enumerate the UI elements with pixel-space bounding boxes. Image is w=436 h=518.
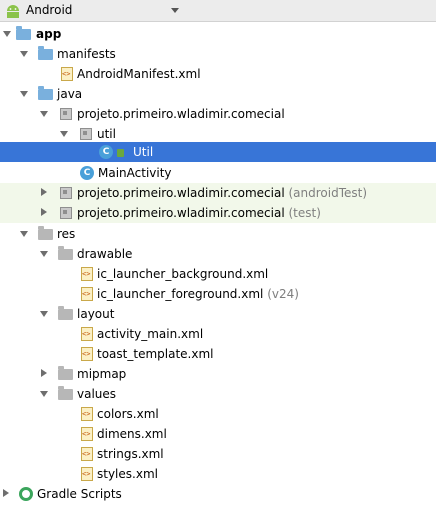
xml-file-icon — [81, 347, 93, 361]
tree-item-label: Gradle Scripts — [37, 487, 122, 501]
folder-icon — [58, 306, 73, 320]
collapse-arrow-icon[interactable] — [41, 188, 47, 196]
tree-item-strings[interactable]: strings.xml — [0, 444, 436, 464]
xml-file-icon — [81, 327, 93, 341]
tree-item-label: projeto.primeiro.wladimir.comecial — [77, 107, 285, 121]
tree-item-label: strings.xml — [97, 447, 164, 461]
xml-file-icon — [81, 287, 93, 301]
folder-icon — [38, 86, 53, 100]
tree-item-colors[interactable]: colors.xml — [0, 404, 436, 424]
chevron-down-icon[interactable] — [171, 8, 179, 13]
collapse-arrow-icon[interactable] — [41, 369, 47, 377]
tree-item-label: projeto.primeiro.wladimir.comecial (test… — [77, 205, 321, 221]
tree-item-app[interactable]: app — [0, 24, 436, 44]
tree-item-java[interactable]: java — [0, 84, 436, 104]
expand-arrow-icon[interactable] — [20, 51, 28, 57]
expand-arrow-icon[interactable] — [40, 391, 48, 397]
xml-file-icon — [81, 447, 93, 461]
tree-item-label: dimens.xml — [97, 427, 167, 441]
expand-arrow-icon[interactable] — [20, 231, 28, 237]
gradle-icon — [19, 487, 33, 501]
tree-item-label: AndroidManifest.xml — [77, 67, 201, 81]
tree-item-label: styles.xml — [97, 467, 158, 481]
tree-item-label: projeto.primeiro.wladimir.comecial (andr… — [77, 185, 367, 201]
package-icon — [60, 207, 72, 219]
tree-item-label: res — [57, 227, 76, 241]
android-icon — [7, 5, 19, 18]
tree-item-mainactivity[interactable]: C MainActivity — [0, 163, 436, 183]
tree-item-androidmanifest[interactable]: AndroidManifest.xml — [0, 64, 436, 84]
project-view-selector[interactable]: Android — [26, 3, 72, 17]
package-name: projeto.primeiro.wladimir.comecial — [77, 186, 285, 200]
expand-arrow-icon[interactable] — [3, 31, 11, 37]
package-name: projeto.primeiro.wladimir.comecial — [77, 206, 285, 220]
project-view-header: Android — [0, 0, 436, 22]
tree-item-util-class[interactable]: C Util — [0, 142, 436, 162]
tree-item-label: toast_template.xml — [97, 347, 214, 361]
xml-file-icon — [81, 467, 93, 481]
tree-item-package-main[interactable]: projeto.primeiro.wladimir.comecial — [0, 104, 436, 124]
tree-item-activity-main[interactable]: activity_main.xml — [0, 324, 436, 344]
tree-item-package-androidtest[interactable]: projeto.primeiro.wladimir.comecial (andr… — [0, 183, 436, 203]
expand-arrow-icon[interactable] — [20, 91, 28, 97]
tree-item-label: java — [57, 87, 83, 101]
tree-item-label: activity_main.xml — [97, 327, 204, 341]
folder-icon — [38, 46, 53, 60]
source-set-suffix: (test) — [288, 206, 321, 220]
expand-arrow-icon[interactable] — [40, 251, 48, 257]
tree-item-label: MainActivity — [98, 166, 172, 180]
resource-folder-icon — [38, 226, 53, 240]
class-icon: C — [80, 166, 94, 180]
tree-item-layout[interactable]: layout — [0, 304, 436, 324]
xml-file-icon — [81, 407, 93, 421]
folder-icon — [58, 386, 73, 400]
tree-item-label: layout — [77, 307, 115, 321]
collapse-arrow-icon[interactable] — [41, 208, 47, 216]
tree-item-values[interactable]: values — [0, 384, 436, 404]
tree-item-label: mipmap — [77, 367, 127, 381]
expand-arrow-icon[interactable] — [60, 131, 68, 137]
qualifier-suffix: (v24) — [267, 287, 299, 301]
lock-icon — [117, 149, 124, 157]
tree-item-mipmap[interactable]: mipmap — [0, 364, 436, 384]
source-set-suffix: (androidTest) — [288, 186, 368, 200]
tree-item-ic-launcher-foreground[interactable]: ic_launcher_foreground.xml (v24) — [0, 284, 436, 304]
tree-item-label: drawable — [77, 247, 133, 261]
tree-item-label: Util — [133, 145, 154, 159]
xml-file-icon — [81, 267, 93, 281]
expand-arrow-icon[interactable] — [40, 311, 48, 317]
package-icon — [60, 108, 72, 120]
tree-item-toast-template[interactable]: toast_template.xml — [0, 344, 436, 364]
collapse-arrow-icon[interactable] — [3, 489, 9, 497]
package-icon — [80, 128, 92, 140]
tree-item-package-test[interactable]: projeto.primeiro.wladimir.comecial (test… — [0, 203, 436, 223]
tree-item-res[interactable]: res — [0, 224, 436, 244]
tree-item-label: ic_launcher_foreground.xml (v24) — [97, 286, 299, 302]
xml-file-icon — [81, 427, 93, 441]
tree-item-gradle-scripts[interactable]: Gradle Scripts — [0, 484, 436, 504]
file-name: ic_launcher_foreground.xml — [97, 287, 264, 301]
manifest-file-icon — [61, 67, 73, 81]
folder-icon — [58, 246, 73, 260]
tree-item-dimens[interactable]: dimens.xml — [0, 424, 436, 444]
tree-item-label: manifests — [57, 47, 116, 61]
tree-item-label: values — [77, 387, 117, 401]
tree-item-ic-launcher-background[interactable]: ic_launcher_background.xml — [0, 264, 436, 284]
tree-item-label: app — [36, 27, 62, 41]
module-folder-icon — [16, 26, 31, 40]
tree-item-label: ic_launcher_background.xml — [97, 267, 269, 281]
tree-item-drawable[interactable]: drawable — [0, 244, 436, 264]
package-icon — [60, 187, 72, 199]
tree-item-util[interactable]: util — [0, 124, 436, 144]
class-icon: C — [99, 145, 113, 159]
tree-item-label: util — [97, 127, 116, 141]
tree-item-styles[interactable]: styles.xml — [0, 464, 436, 484]
tree-item-label: colors.xml — [97, 407, 159, 421]
expand-arrow-icon[interactable] — [40, 111, 48, 117]
tree-item-manifests[interactable]: manifests — [0, 44, 436, 64]
folder-icon — [58, 366, 73, 380]
